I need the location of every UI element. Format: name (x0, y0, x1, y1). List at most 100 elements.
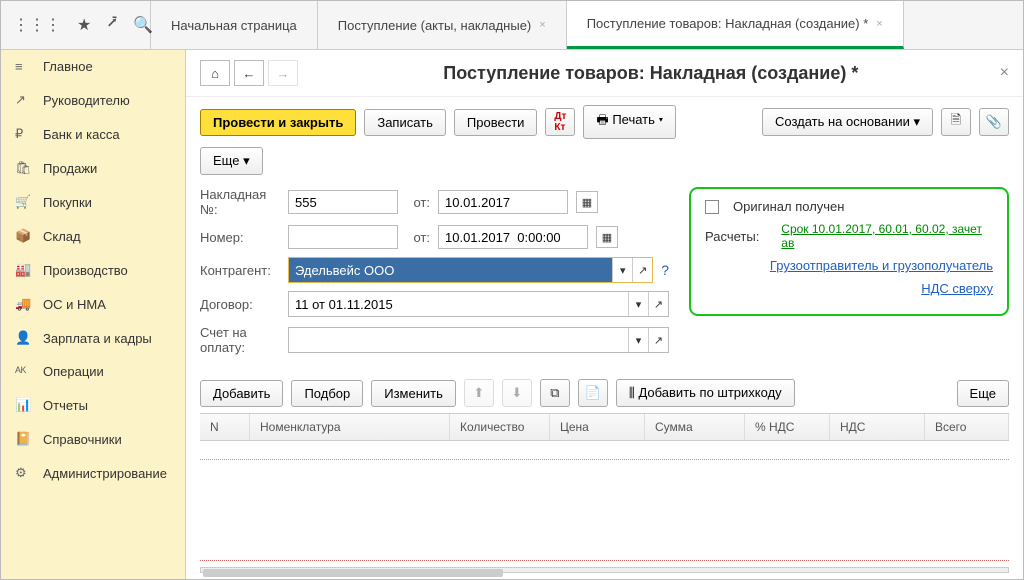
nav-sales[interactable]: 🛍Продажи (1, 151, 185, 185)
row-original: Оригинал получен (705, 199, 993, 214)
nav-admin[interactable]: ⚙Администрирование (1, 456, 185, 490)
nav-label: Производство (43, 263, 128, 278)
number-label: Номер: (200, 230, 280, 245)
th-nomenclature[interactable]: Номенклатура (250, 414, 450, 440)
close-icon[interactable]: × (1000, 64, 1009, 82)
th-qty[interactable]: Количество (450, 414, 550, 440)
help-icon[interactable]: ? (661, 262, 669, 278)
from-label: от: (406, 195, 430, 210)
barchart-icon: 📊 (15, 397, 31, 413)
h-scrollbar[interactable] (200, 567, 1009, 573)
calendar-icon[interactable]: ▦ (596, 226, 618, 248)
pick-button[interactable]: Подбор (291, 380, 363, 407)
save-button[interactable]: Записать (364, 109, 446, 136)
attach-icon[interactable]: 📎 (979, 108, 1009, 136)
move-down-icon[interactable]: ⬇ (502, 379, 532, 407)
close-icon[interactable]: × (539, 19, 545, 31)
create-based-button[interactable]: Создать на основании ▾ (762, 108, 933, 136)
table-more-button[interactable]: Еще (957, 380, 1009, 407)
invoice-no-input[interactable] (288, 190, 398, 214)
nav-bank[interactable]: ₽Банк и касса (1, 117, 185, 151)
nav-main[interactable]: ≡Главное (1, 50, 185, 83)
dropdown-icon[interactable]: ▾ (628, 292, 648, 316)
post-close-button[interactable]: Провести и закрыть (200, 109, 356, 136)
dtkt-icon[interactable]: ДтКт (545, 108, 575, 136)
ruble-icon: ₽ (15, 126, 31, 142)
forward-icon[interactable]: → (268, 60, 298, 86)
tab-label: Поступление (акты, накладные) (338, 18, 531, 33)
shipper-link[interactable]: Грузоотправитель и грузополучатель (770, 258, 993, 273)
th-total[interactable]: Всего (925, 414, 1009, 440)
nav-warehouse[interactable]: 📦Склад (1, 219, 185, 253)
counterparty-select[interactable]: ▾ ↗ (288, 257, 653, 283)
row-vat: НДС сверху (705, 281, 993, 296)
bill-select[interactable]: ▾ ↗ (288, 327, 669, 353)
counterparty-input[interactable] (289, 258, 612, 282)
doc-date-input[interactable] (438, 225, 588, 249)
bill-label: Счет на оплату: (200, 325, 280, 355)
more-button[interactable]: Еще ▾ (200, 147, 263, 175)
open-icon[interactable]: ↗ (648, 328, 668, 352)
open-icon[interactable]: ↗ (632, 258, 652, 282)
dropdown-icon[interactable]: ▾ (612, 258, 632, 282)
row-counterparty: Контрагент: ▾ ↗ ? (200, 257, 669, 283)
nav-manager[interactable]: ↗Руководителю (1, 83, 185, 117)
form-left: Накладная №: от: ▦ Номер: от: ▦ Контраге… (200, 187, 669, 363)
tab-receipts[interactable]: Поступление (акты, накладные) × (318, 1, 567, 49)
tab-invoice-create[interactable]: Поступление товаров: Накладная (создание… (567, 1, 904, 49)
bill-input[interactable] (289, 328, 628, 352)
back-icon[interactable]: ← (234, 60, 264, 86)
table-body[interactable] (200, 441, 1009, 561)
nav-production[interactable]: 🏭Производство (1, 253, 185, 287)
contract-input[interactable] (289, 292, 628, 316)
tab-home[interactable]: Начальная страница (151, 1, 318, 49)
tab-label: Начальная страница (171, 18, 297, 33)
edit-button[interactable]: Изменить (371, 380, 456, 407)
add-button[interactable]: Добавить (200, 380, 283, 407)
nav-operations[interactable]: ᴬᴷОперации (1, 355, 185, 388)
box-icon: 📦 (15, 228, 31, 244)
dropdown-icon[interactable]: ▾ (628, 328, 648, 352)
scroll-thumb[interactable] (203, 569, 503, 577)
print-button[interactable]: 🖶 Печать ▾ (583, 105, 676, 139)
calc-link[interactable]: Срок 10.01.2017, 60.01, 60.02, зачет ав (781, 222, 993, 250)
th-sum[interactable]: Сумма (645, 414, 745, 440)
nav-hr[interactable]: 👤Зарплата и кадры (1, 321, 185, 355)
menu-icon: ≡ (15, 59, 31, 74)
history-icon[interactable]: ⭷ (107, 12, 117, 39)
table-toolbar: Добавить Подбор Изменить ⬆ ⬇ ⧉ 📄 ⫼ Добав… (186, 373, 1023, 413)
invoice-date-input[interactable] (438, 190, 568, 214)
post-button[interactable]: Провести (454, 109, 538, 136)
counterparty-label: Контрагент: (200, 263, 280, 278)
calendar-icon[interactable]: ▦ (576, 191, 598, 213)
copy-icon[interactable]: ⧉ (540, 379, 570, 407)
vat-link[interactable]: НДС сверху (921, 281, 993, 296)
th-price[interactable]: Цена (550, 414, 645, 440)
doc-icon[interactable]: 🗎 (941, 108, 971, 136)
nav-catalogs[interactable]: 📔Справочники (1, 422, 185, 456)
home-icon[interactable]: ⌂ (200, 60, 230, 86)
apps-icon[interactable]: ⋮⋮⋮ (13, 15, 61, 35)
paste-icon[interactable]: 📄 (578, 379, 608, 407)
th-n[interactable]: N (200, 414, 250, 440)
row-shipper: Грузоотправитель и грузополучатель (705, 258, 993, 273)
nav-purchases[interactable]: 🛒Покупки (1, 185, 185, 219)
nav-assets[interactable]: 🚚ОС и НМА (1, 287, 185, 321)
form-area: Накладная №: от: ▦ Номер: от: ▦ Контраге… (186, 183, 1023, 373)
close-icon[interactable]: × (876, 18, 882, 30)
original-checkbox[interactable] (705, 200, 719, 214)
th-vatpct[interactable]: % НДС (745, 414, 830, 440)
items-table: N Номенклатура Количество Цена Сумма % Н… (200, 413, 1009, 561)
nav-reports[interactable]: 📊 Отчеты (1, 388, 185, 422)
move-up-icon[interactable]: ⬆ (464, 379, 494, 407)
open-icon[interactable]: ↗ (648, 292, 668, 316)
star-icon[interactable]: ★ (77, 15, 91, 35)
nav-label: Отчеты (43, 398, 88, 413)
th-vat[interactable]: НДС (830, 414, 925, 440)
layout: ≡Главное ↗Руководителю ₽Банк и касса 🛍Пр… (1, 50, 1023, 579)
number-input[interactable] (288, 225, 398, 249)
contract-select[interactable]: ▾ ↗ (288, 291, 669, 317)
barcode-button[interactable]: ⫼ Добавить по штрихкоду (616, 379, 795, 407)
bag-icon: 🛍 (15, 160, 31, 176)
row-calc: Расчеты: Срок 10.01.2017, 60.01, 60.02, … (705, 222, 993, 250)
